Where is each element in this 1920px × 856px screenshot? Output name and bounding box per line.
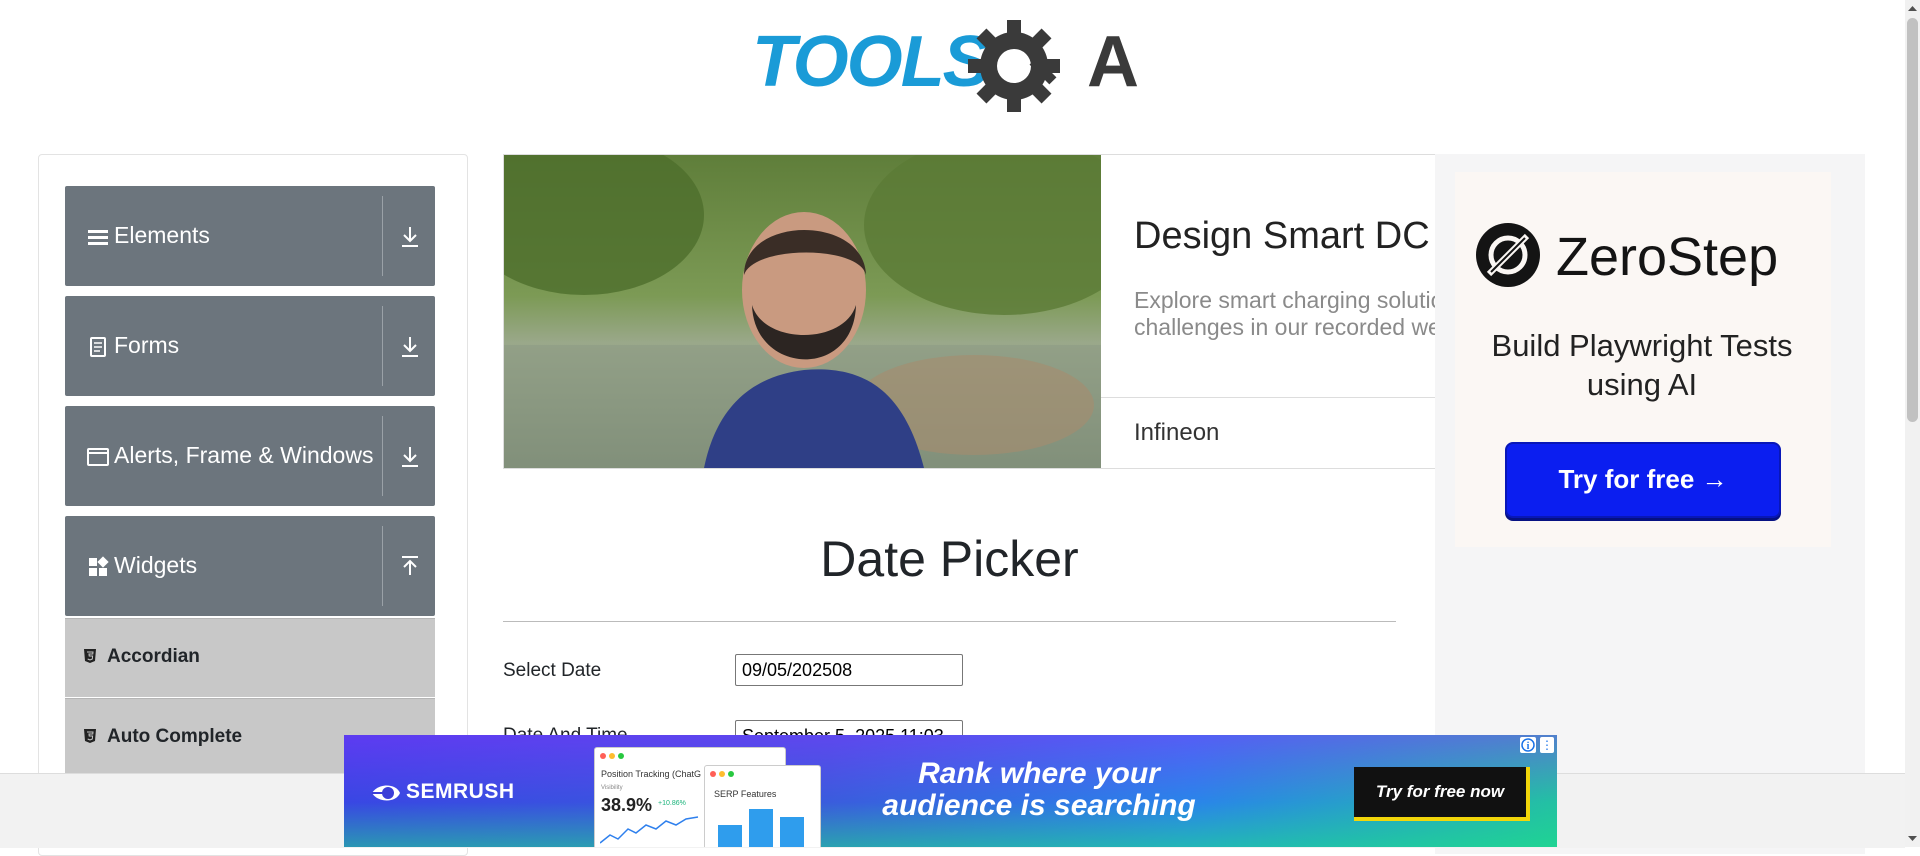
semrush-brand: SEMRUSH	[406, 780, 515, 803]
divider	[382, 416, 383, 496]
ad-headline[interactable]: Design Smart DC	[1134, 215, 1430, 258]
banner-ad[interactable]: Design Smart DC Explore smart charging s…	[503, 154, 1437, 469]
ad-brand[interactable]: Infineon	[1134, 419, 1219, 447]
group-header-alerts-frame-windows[interactable]: Alerts, Frame & Windows	[65, 406, 435, 506]
logo-text-a: A	[1087, 22, 1139, 102]
try-for-free-button[interactable]: Try for free →	[1505, 442, 1781, 518]
group-label: Alerts, Frame & Windows	[114, 442, 374, 468]
zerostep-brand: ZeroStep	[1556, 227, 1779, 287]
bottom-ad[interactable]: SEMRUSH Position Tracking (ChatG Visibil…	[344, 735, 1557, 847]
ad-photo	[504, 155, 1101, 468]
logo-text-tools: TOOLS	[752, 22, 991, 102]
screenshot-delta: +10.86%	[658, 800, 686, 807]
divider	[382, 306, 383, 386]
semrush-flame-icon	[372, 785, 400, 801]
select-date-input[interactable]	[735, 654, 963, 686]
upload-arrow-icon[interactable]	[399, 554, 421, 580]
zerostep-logo-icon	[1476, 223, 1540, 287]
zerostep-tagline: Build Playwright Tests using AI	[1491, 328, 1793, 402]
html5-icon	[84, 649, 96, 663]
window-dots-icon	[710, 771, 734, 777]
sparkline-icon	[600, 816, 699, 844]
try-for-free-now-button[interactable]: Try for free now	[1354, 767, 1530, 821]
document-icon	[90, 337, 106, 357]
download-arrow-icon[interactable]	[399, 334, 421, 360]
sidebar-item-label: Accordian	[107, 646, 200, 667]
screenshot-value: 38.9%	[601, 795, 653, 815]
group-label: Widgets	[114, 552, 198, 578]
ad-options-icon[interactable]: ⋮	[1540, 737, 1554, 753]
hamburger-icon	[88, 230, 108, 245]
grid-icon	[89, 556, 109, 576]
download-arrow-icon[interactable]	[399, 224, 421, 250]
adchoices-label: i	[1527, 741, 1530, 752]
ad-headline-line-2: audience is searching	[882, 789, 1196, 822]
bar-chart-icon	[718, 809, 804, 847]
scroll-up-arrow-icon[interactable]	[1905, 0, 1920, 17]
ad-body-text: Explore smart charging solutions challen…	[1134, 287, 1437, 340]
adchoices-icon[interactable]: i	[1520, 737, 1536, 753]
screenshot-title: SERP Features	[714, 789, 777, 799]
toolsqa-logo[interactable]: TOOLS A	[752, 18, 1152, 113]
group-header-elements[interactable]: Elements	[65, 186, 435, 286]
gear-icon	[968, 20, 1060, 112]
window-dots-icon	[600, 753, 624, 759]
group-label: Forms	[114, 332, 180, 358]
scroll-down-arrow-icon[interactable]	[1905, 830, 1920, 847]
group-label: Elements	[114, 222, 210, 248]
divider	[1101, 397, 1436, 398]
sidebar-item-accordian[interactable]: Accordian	[65, 618, 435, 697]
group-header-forms[interactable]: Forms	[65, 296, 435, 396]
scrollbar-thumb[interactable]	[1907, 18, 1918, 422]
group-header-widgets[interactable]: Widgets	[65, 516, 435, 616]
html5-icon	[84, 729, 96, 743]
divider	[382, 526, 383, 606]
select-date-label: Select Date	[503, 660, 602, 681]
screenshot-label: Visibility	[601, 785, 623, 791]
window-icon	[87, 448, 109, 466]
divider	[503, 621, 1396, 622]
ad-headline-line-1: Rank where your	[918, 757, 1160, 790]
divider	[382, 196, 383, 276]
sidebar-item-label: Auto Complete	[107, 726, 243, 747]
download-arrow-icon[interactable]	[399, 444, 421, 470]
screenshot-title: Position Tracking (ChatG	[601, 769, 702, 779]
page-title: Date Picker	[820, 531, 1079, 587]
